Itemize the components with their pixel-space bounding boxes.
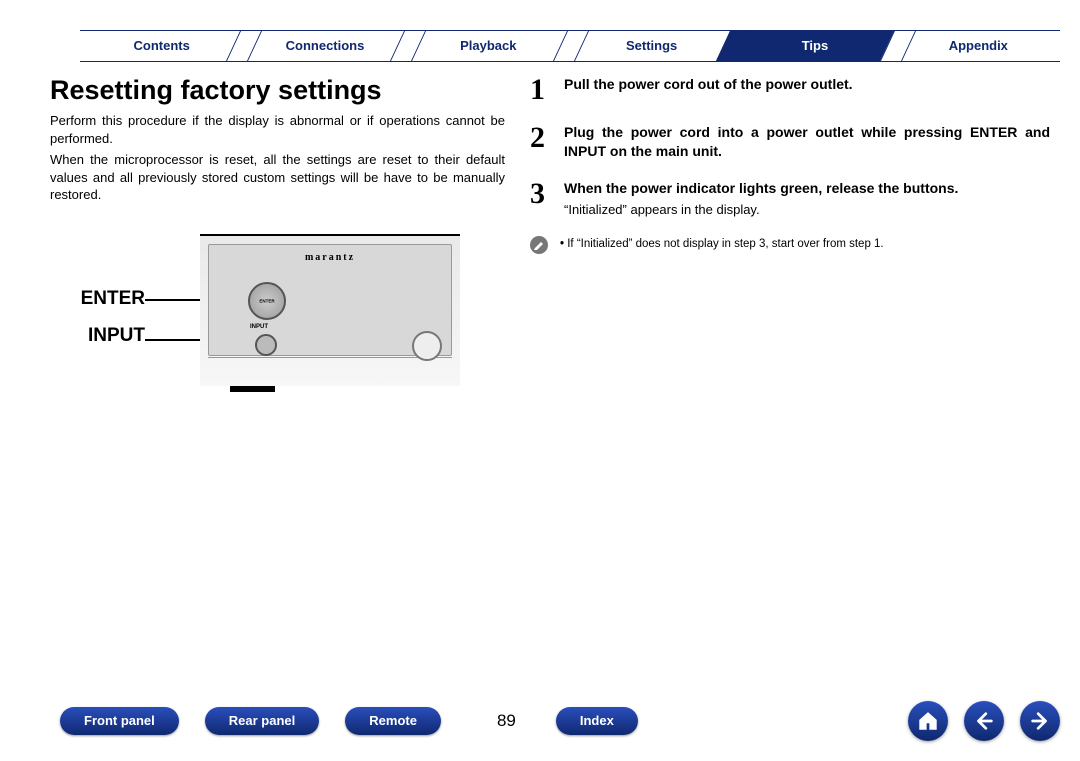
step-body: Plug the power cord into a power outlet … [564, 123, 1050, 161]
step-number: 2 [530, 123, 564, 161]
link-rear-panel[interactable]: Rear panel [205, 707, 319, 735]
left-column: Resetting factory settings Perform this … [50, 75, 530, 691]
bottom-nav: Front panel Rear panel Remote 89 Index [60, 705, 1060, 737]
note-icon [530, 236, 548, 254]
step-2: 2 Plug the power cord into a power outle… [530, 123, 1050, 161]
link-remote[interactable]: Remote [345, 707, 441, 735]
page-title: Resetting factory settings [50, 75, 505, 106]
step-body: When the power indicator lights green, r… [564, 179, 1050, 218]
home-icon [917, 710, 939, 732]
callout-labels: ENTER INPUT [50, 234, 145, 363]
intro-para-1: Perform this procedure if the display is… [50, 112, 505, 147]
device-input-button-graphic [255, 334, 277, 356]
step-1: 1 Pull the power cord out of the power o… [530, 75, 1050, 105]
note-text: If “Initialized” does not display in ste… [560, 236, 884, 252]
device-brand: marantz [305, 252, 355, 263]
device-enter-button-graphic [248, 282, 286, 320]
tab-label: Contents [133, 38, 189, 53]
tab-appendix[interactable]: Appendix [897, 31, 1060, 61]
tab-settings[interactable]: Settings [570, 31, 733, 61]
tab-tips[interactable]: Tips [733, 31, 896, 61]
callout-enter: ENTER [50, 289, 145, 308]
tab-label: Tips [802, 38, 829, 53]
step-body-text: When the power indicator lights green, r… [564, 180, 958, 196]
page-number: 89 [497, 711, 516, 731]
step-number: 1 [530, 75, 564, 105]
tab-label: Connections [286, 38, 365, 53]
step-3: 3 When the power indicator lights green,… [530, 179, 1050, 218]
content: Resetting factory settings Perform this … [50, 75, 1050, 691]
device-jack-graphic [412, 331, 442, 361]
step-number: 3 [530, 179, 564, 218]
tab-label: Playback [460, 38, 516, 53]
callout-lines [145, 234, 200, 394]
link-index[interactable]: Index [556, 707, 638, 735]
home-button[interactable] [908, 701, 948, 741]
tab-label: Appendix [949, 38, 1008, 53]
tab-label: Settings [626, 38, 677, 53]
intro-para-2: When the microprocessor is reset, all th… [50, 151, 505, 204]
top-nav: Contents Connections Playback Settings T… [80, 30, 1060, 62]
device-graphic: marantz INPUT [200, 234, 460, 386]
device-illustration: ENTER INPUT marantz INPUT [50, 234, 505, 394]
right-column: 1 Pull the power cord out of the power o… [530, 75, 1050, 691]
prev-button[interactable] [964, 701, 1004, 741]
tab-connections[interactable]: Connections [243, 31, 406, 61]
next-button[interactable] [1020, 701, 1060, 741]
step-subtext: “Initialized” appears in the display. [564, 201, 1050, 219]
link-front-panel[interactable]: Front panel [60, 707, 179, 735]
tab-playback[interactable]: Playback [407, 31, 570, 61]
arrow-right-icon [1029, 710, 1051, 732]
callout-input: INPUT [50, 326, 145, 345]
step-body: Pull the power cord out of the power out… [564, 75, 1050, 105]
tab-contents[interactable]: Contents [80, 31, 243, 61]
note: If “Initialized” does not display in ste… [530, 236, 1050, 254]
arrow-left-icon [973, 710, 995, 732]
